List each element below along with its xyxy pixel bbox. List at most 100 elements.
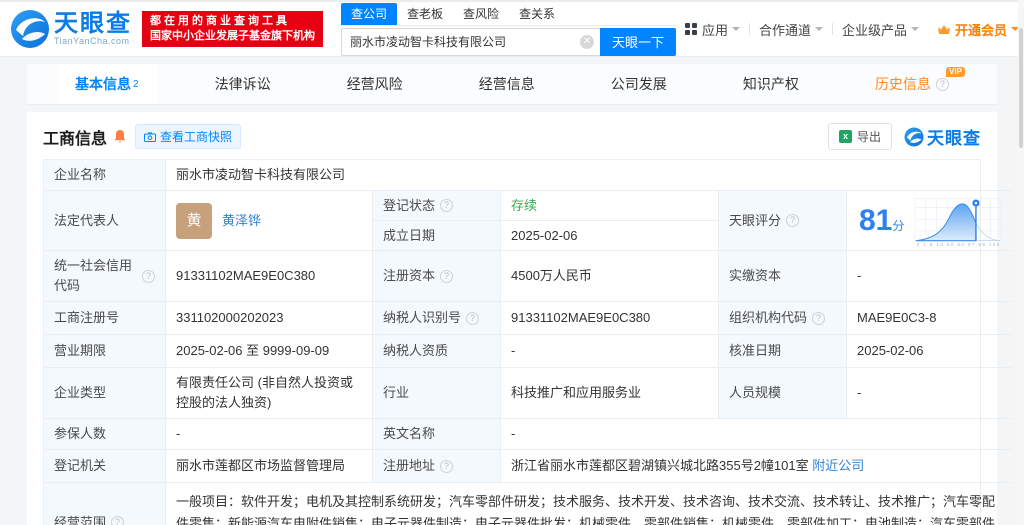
field-label: 天眼评分 bbox=[719, 191, 847, 251]
paid-in-capital-value: - bbox=[847, 251, 1012, 302]
top-header: 天眼查 TianYanCha.com 都在用的商业查询工具 国家中小企业发展子基… bbox=[0, 0, 1024, 57]
chevron-down-icon bbox=[815, 27, 823, 35]
registered-capital-value: 4500万人民币 bbox=[501, 251, 719, 302]
tianyancha-logo[interactable]: 天眼查 TianYanCha.com bbox=[10, 9, 132, 49]
info-icon[interactable] bbox=[440, 199, 453, 212]
subscribe-bell-icon[interactable] bbox=[113, 129, 127, 145]
field-label: 工商注册号 bbox=[44, 302, 166, 335]
info-icon[interactable] bbox=[812, 312, 825, 325]
nav-vip-label: 开通会员 bbox=[955, 20, 1007, 39]
field-label: 营业期限 bbox=[44, 335, 166, 368]
slogan-line2: 国家中小企业发展子基金旗下机构 bbox=[150, 29, 315, 44]
field-label: 人员规模 bbox=[719, 368, 847, 419]
field-label: 统一社会信用代码 bbox=[44, 251, 166, 302]
nav-cooperation-label: 合作通道 bbox=[759, 20, 811, 39]
search-tab-boss[interactable]: 查老板 bbox=[397, 3, 453, 25]
nearby-companies-link[interactable]: 附近公司 bbox=[812, 456, 864, 476]
tianyan-score-cell: 81分 bbox=[847, 191, 1012, 251]
field-label: 组织机构代码 bbox=[719, 302, 847, 335]
export-button[interactable]: 导出 bbox=[828, 123, 892, 150]
insured-count-value: - bbox=[166, 419, 373, 450]
legal-rep-avatar[interactable]: 黄 bbox=[176, 203, 212, 239]
tab-operating-risk[interactable]: 经营风险 bbox=[329, 64, 421, 104]
section-title: 工商信息 bbox=[43, 125, 107, 149]
company-tabbar: 基本信息 2 法律诉讼 经营风险 经营信息 公司发展 知识产权 历史信息 VIP bbox=[27, 64, 997, 105]
field-label: 纳税人识别号 bbox=[373, 302, 501, 335]
field-label: 实缴资本 bbox=[719, 251, 847, 302]
business-info-card: 工商信息 查看工商快照 导出 天眼 bbox=[27, 112, 997, 525]
view-business-snapshot-button[interactable]: 查看工商快照 bbox=[135, 124, 241, 149]
company-name-value: 丽水市凌动智卡科技有限公司 bbox=[166, 160, 1012, 191]
tianyancha-logo-icon bbox=[10, 9, 50, 49]
info-icon[interactable] bbox=[111, 516, 124, 525]
info-icon[interactable] bbox=[466, 312, 479, 325]
field-label: 注册资本 bbox=[373, 251, 501, 302]
taxpayer-qualification-value: - bbox=[501, 335, 719, 368]
legal-representative-cell: 黄 黄泽铧 bbox=[166, 191, 373, 251]
tab-label: 公司发展 bbox=[611, 74, 667, 94]
tab-business-info[interactable]: 经营信息 bbox=[461, 64, 553, 104]
legal-rep-link[interactable]: 黄泽铧 bbox=[222, 211, 261, 231]
business-term-value: 2025-02-06 至 9999-09-09 bbox=[166, 335, 373, 368]
registered-address-value: 浙江省丽水市莲都区碧湖镇兴城北路355号2幢101室 附近公司 bbox=[501, 450, 1012, 483]
registration-number-value: 331102000202023 bbox=[166, 302, 373, 335]
tab-basic-info[interactable]: 基本信息 2 bbox=[57, 64, 157, 104]
crown-icon bbox=[937, 24, 951, 35]
industry-value: 科技推广和应用服务业 bbox=[501, 368, 719, 419]
nav-enterprise-products[interactable]: 企业级产品 bbox=[833, 20, 928, 39]
info-icon[interactable] bbox=[786, 214, 799, 227]
nav-apps[interactable]: 应用 bbox=[676, 20, 749, 39]
scrollbar-thumb[interactable] bbox=[1019, 28, 1023, 148]
clear-search-icon[interactable]: ✕ bbox=[580, 35, 594, 49]
search-input[interactable] bbox=[341, 28, 600, 56]
tianyancha-watermark: 天眼查 bbox=[904, 124, 981, 149]
registration-status-value: 存续 bbox=[501, 191, 719, 221]
score-value: 81 bbox=[859, 204, 892, 237]
field-label: 经营范围 bbox=[44, 483, 166, 525]
page-scrollbar[interactable] bbox=[1018, 0, 1024, 525]
search-tab-company[interactable]: 查公司 bbox=[341, 3, 397, 25]
taxpayer-id-value: 91331102MAE9E0C380 bbox=[501, 302, 719, 335]
search-tab-relation[interactable]: 查关系 bbox=[509, 3, 565, 25]
apps-grid-icon bbox=[685, 23, 697, 35]
tab-label: 历史信息 bbox=[875, 74, 931, 94]
watermark-label: 天眼查 bbox=[927, 124, 981, 149]
info-icon[interactable] bbox=[440, 270, 453, 283]
field-label: 登记状态 bbox=[373, 191, 501, 221]
score-distribution-chart: 0 1 5 10 50 80 97 99 100 bbox=[912, 195, 1004, 247]
tab-legal-proceedings[interactable]: 法律诉讼 bbox=[197, 64, 289, 104]
nav-cooperation[interactable]: 合作通道 bbox=[750, 20, 832, 39]
search-button[interactable]: 天眼一下 bbox=[600, 28, 676, 56]
organization-code-value: MAE9E0C3-8 bbox=[847, 302, 1012, 335]
tianyancha-logo-icon bbox=[904, 127, 924, 147]
info-icon[interactable] bbox=[142, 270, 155, 283]
brand-slogan-badge: 都在用的商业查询工具 国家中小企业发展子基金旗下机构 bbox=[142, 11, 323, 47]
brand-domain: TianYanCha.com bbox=[54, 36, 132, 46]
info-icon[interactable] bbox=[440, 460, 453, 473]
tab-company-development[interactable]: 公司发展 bbox=[593, 64, 685, 104]
english-name-value: - bbox=[501, 419, 1012, 450]
company-type-value: 有限责任公司 (非自然人投资或控股的法人独资) bbox=[166, 368, 373, 419]
field-label: 纳税人资质 bbox=[373, 335, 501, 368]
nav-apps-label: 应用 bbox=[702, 20, 728, 39]
search-area: 查公司 查老板 查风险 查关系 ✕ 天眼一下 bbox=[341, 3, 676, 56]
tab-label: 知识产权 bbox=[743, 74, 799, 94]
staff-size-value: - bbox=[847, 368, 1012, 419]
camera-icon bbox=[144, 132, 156, 142]
score-unit: 分 bbox=[892, 219, 904, 233]
tab-history-info[interactable]: 历史信息 VIP bbox=[857, 64, 967, 104]
nav-open-vip[interactable]: 开通会员 bbox=[928, 20, 1024, 39]
field-label: 企业名称 bbox=[44, 160, 166, 191]
business-info-table: 企业名称 丽水市凌动智卡科技有限公司 法定代表人 黄 黄泽铧 登记状态 存续 成… bbox=[43, 159, 981, 525]
field-label: 英文名称 bbox=[373, 419, 501, 450]
nav-products-label: 企业级产品 bbox=[842, 20, 907, 39]
brand-name: 天眼查 bbox=[54, 12, 132, 36]
field-label: 登记机关 bbox=[44, 450, 166, 483]
business-scope-value: 一般项目：软件开发；电机及其控制系统研发；汽车零部件研发；技术服务、技术开发、技… bbox=[166, 483, 1012, 525]
tab-intellectual-property[interactable]: 知识产权 bbox=[725, 64, 817, 104]
snapshot-button-label: 查看工商快照 bbox=[160, 128, 232, 145]
info-icon[interactable] bbox=[936, 78, 949, 91]
field-label: 参保人数 bbox=[44, 419, 166, 450]
field-label: 核准日期 bbox=[719, 335, 847, 368]
search-tab-risk[interactable]: 查风险 bbox=[453, 3, 509, 25]
